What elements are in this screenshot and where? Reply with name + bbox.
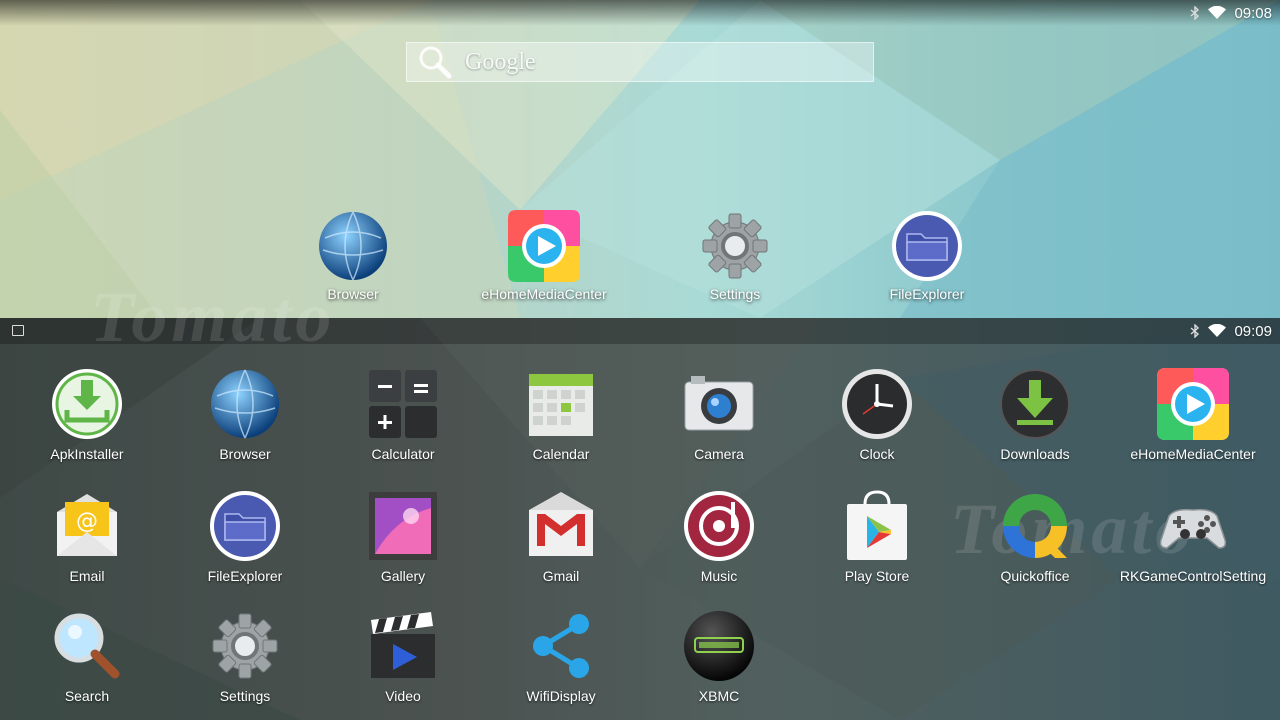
apk-installer-icon <box>52 369 122 439</box>
wifi-icon <box>1208 6 1227 19</box>
gamepad-icon <box>1159 508 1227 549</box>
status-bar-shade <box>0 318 1280 344</box>
app-label: Gallery <box>380 568 426 584</box>
calculator-icon <box>369 370 437 438</box>
bluetooth-icon <box>1190 324 1200 338</box>
status-time: 09:08 <box>1234 4 1272 22</box>
play-store-icon <box>847 490 907 560</box>
media-center-icon <box>508 210 580 282</box>
app-play-store[interactable]: Play Store <box>798 488 956 584</box>
gear-icon <box>212 613 278 679</box>
music-icon <box>684 491 754 561</box>
download-icon <box>1000 369 1070 439</box>
home-screen: 09:08 Google Browser eHomeMediaCenter Se… <box>0 0 1280 318</box>
app-label: RKGameControlSetting <box>1119 568 1267 584</box>
google-search-bar[interactable]: Google <box>406 42 874 82</box>
svg-text:@: @ <box>76 509 98 534</box>
gallery-icon <box>369 492 437 560</box>
app-browser[interactable]: Browser <box>166 366 324 462</box>
dock-browser[interactable]: Browser <box>278 208 428 302</box>
app-ehomemediacenter[interactable]: eHomeMediaCenter <box>1114 366 1272 462</box>
app-label: Browser <box>219 446 271 462</box>
dock-label: FileExplorer <box>889 286 965 302</box>
app-calendar[interactable]: Calendar <box>482 366 640 462</box>
app-label: Email <box>69 568 105 584</box>
app-video[interactable]: Video <box>324 608 482 704</box>
camera-icon <box>684 376 754 431</box>
xbmc-icon <box>684 611 754 681</box>
app-label: Quickoffice <box>1000 568 1070 584</box>
status-bar-shade <box>0 0 1280 26</box>
app-quickoffice[interactable]: Quickoffice <box>956 488 1114 584</box>
app-camera[interactable]: Camera <box>640 366 798 462</box>
wifi-icon <box>1208 324 1227 337</box>
dock-label: Settings <box>709 286 761 302</box>
app-search[interactable]: Search <box>8 608 166 704</box>
dock-label: Browser <box>327 286 379 302</box>
gear-icon <box>702 213 768 279</box>
app-label: Video <box>385 688 421 704</box>
clapperboard-icon <box>371 612 435 678</box>
dock-fileexplorer[interactable]: FileExplorer <box>852 208 1002 302</box>
app-gallery[interactable]: Gallery <box>324 488 482 584</box>
app-label: Music <box>700 568 738 584</box>
gmail-icon <box>529 492 593 556</box>
clock-icon <box>842 369 912 439</box>
app-label: FileExplorer <box>207 568 283 584</box>
app-rkgamecontrolsetting[interactable]: RKGameControlSetting <box>1114 488 1272 584</box>
status-time: 09:09 <box>1234 322 1272 340</box>
app-label: Downloads <box>1000 446 1070 462</box>
globe-icon <box>211 369 279 439</box>
quickoffice-icon <box>1003 494 1067 558</box>
dock-settings[interactable]: Settings <box>660 208 810 302</box>
app-label: Camera <box>694 446 744 462</box>
globe-icon <box>319 211 387 281</box>
search-bar-label: Google <box>465 48 536 75</box>
media-center-icon <box>1157 368 1229 440</box>
image-notification-icon <box>12 325 24 336</box>
status-bar: 09:08 <box>1190 0 1280 26</box>
magnifier-icon <box>54 613 120 679</box>
bluetooth-icon <box>1190 6 1200 20</box>
app-label: Search <box>64 688 110 704</box>
app-wifidisplay[interactable]: WifiDisplay <box>482 608 640 704</box>
folder-icon <box>892 211 962 281</box>
app-settings[interactable]: Settings <box>166 608 324 704</box>
app-fileexplorer[interactable]: FileExplorer <box>166 488 324 584</box>
app-clock[interactable]: Clock <box>798 366 956 462</box>
dock-label: eHomeMediaCenter <box>481 286 607 302</box>
app-calculator[interactable]: Calculator <box>324 366 482 462</box>
app-email[interactable]: @ Email <box>8 488 166 584</box>
search-icon <box>419 46 452 79</box>
app-label: Settings <box>219 688 271 704</box>
email-icon: @ <box>57 494 117 556</box>
app-apkinstaller[interactable]: ApkInstaller <box>8 366 166 462</box>
app-label: ApkInstaller <box>50 446 124 462</box>
app-music[interactable]: Music <box>640 488 798 584</box>
status-bar: 09:09 <box>1190 318 1280 344</box>
app-xbmc[interactable]: XBMC <box>640 608 798 704</box>
app-label: Calculator <box>371 446 435 462</box>
calendar-icon <box>529 374 593 436</box>
app-label: Calendar <box>532 446 590 462</box>
app-label: WifiDisplay <box>526 688 596 704</box>
app-gmail[interactable]: Gmail <box>482 488 640 584</box>
app-downloads[interactable]: Downloads <box>956 366 1114 462</box>
app-drawer: 09:09 Tomato ApkInstaller Browser <box>0 318 1280 720</box>
dock-ehomemediacenter[interactable]: eHomeMediaCenter <box>469 208 619 302</box>
app-label: Clock <box>859 446 895 462</box>
app-label: Play Store <box>844 568 910 584</box>
folder-icon <box>210 491 280 561</box>
app-label: Gmail <box>542 568 580 584</box>
app-label: XBMC <box>698 688 740 704</box>
share-icon <box>533 614 589 678</box>
app-label: eHomeMediaCenter <box>1130 446 1256 462</box>
